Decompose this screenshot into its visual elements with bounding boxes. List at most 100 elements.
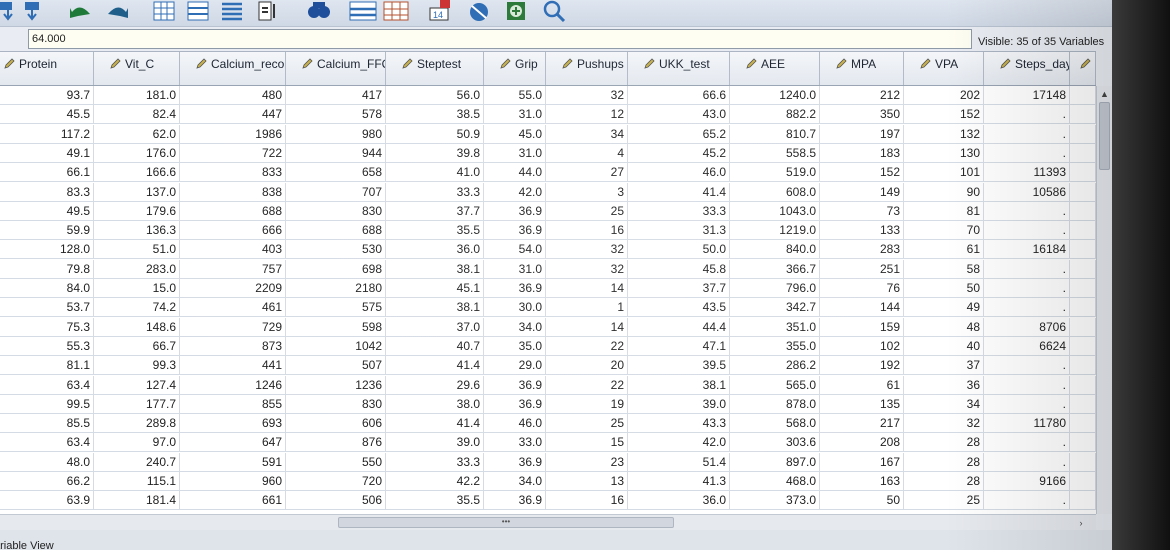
cell-steps-day[interactable]: . (984, 491, 1070, 511)
cell-aee[interactable]: 373.0 (730, 491, 820, 511)
cell-ukk-test[interactable]: 50.0 (628, 240, 730, 260)
cell-calcium-record[interactable]: 960 (180, 472, 286, 491)
cell-ukk-test[interactable]: 46.0 (628, 163, 730, 183)
cell-pushups[interactable]: 4 (546, 143, 628, 163)
cell-aee[interactable]: 840.0 (730, 240, 820, 260)
cell-steptest[interactable]: 33.3 (386, 452, 484, 472)
cell-vpa[interactable]: 49 (904, 298, 984, 318)
goto-case-icon[interactable] (104, 0, 132, 22)
cell-calcium-record[interactable]: 661 (180, 491, 286, 511)
cell-partial[interactable] (1070, 317, 1096, 337)
cell-ukk-test[interactable]: 33.3 (628, 201, 730, 221)
cell-steptest[interactable]: 38.1 (386, 298, 484, 318)
cell-calcium-ffq[interactable]: 578 (286, 105, 386, 125)
horizontal-scroll-thumb[interactable]: ••• (338, 517, 674, 528)
cell-calcium-record[interactable]: 403 (180, 240, 286, 260)
cell-mpa[interactable]: 350 (820, 105, 904, 125)
cell-mpa[interactable]: 73 (820, 201, 904, 221)
cell-ukk-test[interactable]: 66.6 (628, 86, 730, 105)
cell-vit-c[interactable]: 51.0 (94, 240, 180, 260)
cell-aee[interactable]: 878.0 (730, 394, 820, 414)
cell-protein[interactable]: 83.3 (0, 182, 94, 202)
cell-steps-day[interactable]: 10586 (984, 182, 1070, 202)
cell-ukk-test[interactable]: 43.0 (628, 105, 730, 125)
cell-vit-c[interactable]: 62.0 (94, 124, 180, 144)
cell-steptest[interactable]: 35.5 (386, 221, 484, 241)
cell-vit-c[interactable]: 177.7 (94, 394, 180, 414)
cell-vit-c[interactable]: 289.8 (94, 414, 180, 434)
cell-pushups[interactable]: 22 (546, 336, 628, 356)
cell-vpa[interactable]: 50 (904, 279, 984, 298)
column-header-ukk-test[interactable]: UKK_test (628, 52, 730, 85)
column-header-calcium-ffq[interactable]: Calcium_FFQ (286, 52, 386, 85)
cell-aee[interactable]: 1043.0 (730, 201, 820, 221)
cell-pushups[interactable]: 22 (546, 375, 628, 395)
cell-partial[interactable] (1070, 124, 1096, 144)
cell-protein[interactable]: 84.0 (0, 279, 94, 298)
column-header-calcium-record[interactable]: Calcium_record (180, 52, 286, 85)
column-header-steps-day[interactable]: Steps_day (984, 52, 1070, 85)
cell-mpa[interactable]: 183 (820, 143, 904, 163)
cell-steps-day[interactable]: . (984, 221, 1070, 241)
cell-partial[interactable] (1070, 298, 1096, 318)
cell-steptest[interactable]: 45.1 (386, 279, 484, 298)
cell-vit-c[interactable]: 66.7 (94, 336, 180, 356)
cell-partial[interactable] (1070, 201, 1096, 221)
cell-pushups[interactable]: 20 (546, 356, 628, 376)
cell-calcium-ffq[interactable]: 830 (286, 201, 386, 221)
cell-calcium-record[interactable]: 461 (180, 298, 286, 318)
cell-aee[interactable]: 366.7 (730, 259, 820, 279)
cell-pushups[interactable]: 15 (546, 433, 628, 453)
cell-vpa[interactable]: 28 (904, 433, 984, 453)
cell-partial[interactable] (1070, 452, 1096, 472)
horizontal-scrollbar[interactable]: ••• › (0, 514, 1096, 530)
cell-steps-day[interactable]: . (984, 298, 1070, 318)
cell-ukk-test[interactable]: 43.5 (628, 298, 730, 318)
cell-pushups[interactable]: 19 (546, 394, 628, 414)
cell-steptest[interactable]: 35.5 (386, 491, 484, 511)
cell-steptest[interactable]: 41.4 (386, 414, 484, 434)
cell-protein[interactable]: 55.3 (0, 336, 94, 356)
cell-partial[interactable] (1070, 433, 1096, 453)
cell-grip[interactable]: 42.0 (484, 182, 546, 202)
cell-vit-c[interactable]: 181.4 (94, 491, 180, 511)
cell-steptest[interactable]: 38.1 (386, 259, 484, 279)
cell-ukk-test[interactable]: 41.4 (628, 182, 730, 202)
cell-grip[interactable]: 29.0 (484, 356, 546, 376)
cell-partial[interactable] (1070, 221, 1096, 241)
cell-vpa[interactable]: 130 (904, 143, 984, 163)
cell-vit-c[interactable]: 176.0 (94, 143, 180, 163)
cell-calcium-ffq[interactable]: 698 (286, 259, 386, 279)
cell-steps-day[interactable]: . (984, 279, 1070, 298)
cell-calcium-record[interactable]: 873 (180, 336, 286, 356)
cell-protein[interactable]: 63.4 (0, 433, 94, 453)
cell-calcium-record[interactable]: 855 (180, 394, 286, 414)
cell-vit-c[interactable]: 136.3 (94, 221, 180, 241)
cell-steptest[interactable]: 37.0 (386, 317, 484, 337)
select-cases-icon[interactable] (466, 0, 492, 22)
cell-calcium-ffq[interactable]: 606 (286, 414, 386, 434)
cell-steps-day[interactable]: 9166 (984, 472, 1070, 491)
cell-vit-c[interactable]: 127.4 (94, 375, 180, 395)
cell-vpa[interactable]: 132 (904, 124, 984, 144)
cell-steps-day[interactable]: . (984, 201, 1070, 221)
cell-grip[interactable]: 30.0 (484, 298, 546, 318)
cell-vpa[interactable]: 202 (904, 86, 984, 105)
column-header-vit-c[interactable]: Vit_C (94, 52, 180, 85)
cell-protein[interactable]: 128.0 (0, 240, 94, 260)
cell-mpa[interactable]: 159 (820, 317, 904, 337)
cell-protein[interactable]: 117.2 (0, 124, 94, 144)
cell-calcium-record[interactable]: 480 (180, 86, 286, 105)
cell-aee[interactable]: 882.2 (730, 105, 820, 125)
cell-grip[interactable]: 36.9 (484, 491, 546, 511)
cell-steps-day[interactable]: . (984, 105, 1070, 125)
find-icon[interactable] (256, 0, 282, 22)
cell-steptest[interactable]: 38.0 (386, 394, 484, 414)
cell-ukk-test[interactable]: 39.5 (628, 356, 730, 376)
cell-grip[interactable]: 35.0 (484, 336, 546, 356)
cell-mpa[interactable]: 135 (820, 394, 904, 414)
cell-calcium-record[interactable]: 2209 (180, 279, 286, 298)
cell-steps-day[interactable]: . (984, 356, 1070, 376)
insert-cases-grid-icon[interactable] (306, 0, 332, 22)
cell-grip[interactable]: 36.9 (484, 201, 546, 221)
